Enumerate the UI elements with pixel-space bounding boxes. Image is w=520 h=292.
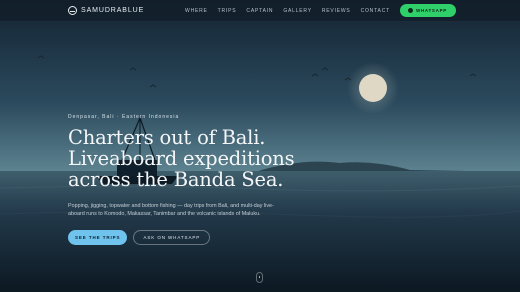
nav-link-gallery[interactable]: GALLERY (283, 8, 312, 14)
nav-link-trips[interactable]: TRIPS (218, 8, 237, 14)
hero-eyebrow: Denpasar, Bali · Eastern Indonesia (68, 114, 180, 120)
hero-headline: Charters out of Bali. Liveaboard expedit… (68, 127, 368, 190)
nav-link-contact[interactable]: CONTACT (361, 8, 390, 14)
nav-link-captain[interactable]: CAPTAIN (246, 8, 273, 14)
whatsapp-button-label: WHATSAPP (415, 8, 447, 13)
nav-links: WHERE TRIPS CAPTAIN GALLERY REVIEWS CONT… (175, 4, 456, 17)
wave-circle-icon (68, 6, 77, 15)
hero-ctas: SEE THE TRIPS ASK ON WHATSAPP (68, 230, 368, 246)
brand-logo[interactable]: SAMUDRABLUE (68, 6, 144, 15)
headline-line-1: Charters out of Bali. (68, 126, 266, 149)
nav-link-reviews[interactable]: REVIEWS (322, 8, 351, 14)
brand-name: SAMUDRABLUE (81, 7, 145, 14)
ask-whatsapp-button[interactable]: ASK ON WHATSAPP (133, 230, 211, 246)
nav-link-where[interactable]: WHERE (185, 8, 208, 14)
hero-subtext: Popping, jigging, topwater and bottom fi… (68, 203, 274, 218)
top-navbar: SAMUDRABLUE WHERE TRIPS CAPTAIN GALLERY … (0, 0, 520, 22)
hero-section: Denpasar, Bali · Eastern Indonesia Chart… (68, 114, 368, 246)
mouse-scroll-icon[interactable] (256, 272, 263, 283)
whatsapp-button[interactable]: WHATSAPP (399, 4, 456, 17)
see-trips-button[interactable]: SEE THE TRIPS (68, 230, 128, 246)
headline-line-2: Liveaboard expeditions (68, 147, 295, 170)
whatsapp-icon (407, 8, 413, 13)
headline-line-3: across the Banda Sea. (68, 168, 284, 191)
moon (359, 74, 387, 102)
